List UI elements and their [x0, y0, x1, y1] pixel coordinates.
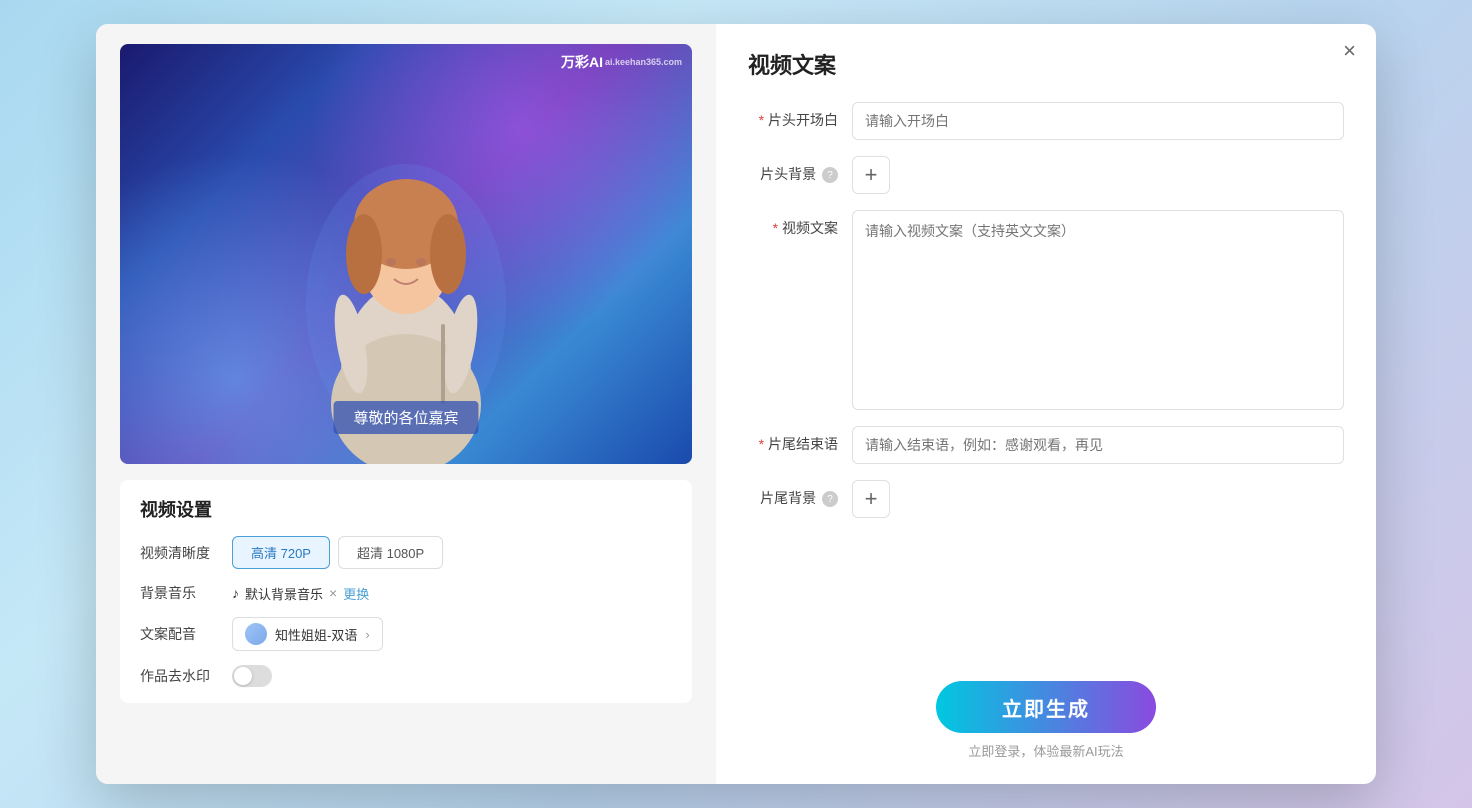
header-bg-row: 片头背景 ? +	[748, 156, 1344, 194]
generate-hint: 立即登录，体验最新AI玩法	[968, 741, 1123, 760]
voice-label: 文案配音	[140, 624, 220, 644]
left-panel: 万彩AI ai.keehan365.com	[96, 24, 716, 784]
watermark: 万彩AI ai.keehan365.com	[561, 52, 682, 72]
opening-row: 片头开场白	[748, 102, 1344, 140]
video-preview: 万彩AI ai.keehan365.com	[120, 44, 692, 464]
settings-title: 视频设置	[140, 496, 672, 522]
video-subtitle: 尊敬的各位嘉宾	[333, 401, 478, 434]
quality-row: 视频清晰度 高清 720P 超清 1080P	[140, 536, 672, 569]
voice-avatar	[245, 623, 267, 645]
music-row: 背景音乐 ♪ 默认背景音乐 × 更换	[140, 583, 672, 603]
script-textarea[interactable]	[852, 210, 1344, 410]
toggle-knob	[234, 667, 252, 685]
ending-bg-label: 片尾背景 ?	[748, 480, 838, 508]
generate-section: 立即生成 立即登录，体验最新AI玩法	[748, 661, 1344, 760]
watermark-subtext: ai.keehan365.com	[605, 57, 682, 67]
help-icon[interactable]: ?	[822, 167, 838, 183]
watermark-label: 作品去水印	[140, 666, 220, 686]
ending-input[interactable]	[852, 426, 1344, 464]
header-bg-upload-button[interactable]: +	[852, 156, 890, 194]
music-change-button[interactable]: 更换	[343, 584, 369, 603]
music-label: 背景音乐	[140, 583, 220, 603]
music-info: ♪ 默认背景音乐 × 更换	[232, 584, 369, 603]
right-panel: 视频文案 片头开场白 片头背景 ? + 视频文案	[716, 24, 1376, 784]
watermark-logo: 万彩AI	[561, 52, 603, 72]
watermark-row: 作品去水印	[140, 665, 672, 687]
settings-section: 视频设置 视频清晰度 高清 720P 超清 1080P 背景音乐 ♪ 默认背景音…	[120, 480, 692, 703]
quality-1080p-button[interactable]: 超清 1080P	[338, 536, 443, 569]
quality-720p-button[interactable]: 高清 720P	[232, 536, 330, 569]
voice-selector[interactable]: 知性姐姐-双语 ›	[232, 617, 383, 651]
ending-row: 片尾结束语	[748, 426, 1344, 464]
ending-bg-row: 片尾背景 ? +	[748, 480, 1344, 518]
ending-label: 片尾结束语	[748, 426, 838, 454]
music-icon: ♪	[232, 585, 239, 601]
script-row: 视频文案	[748, 210, 1344, 410]
music-name: 默认背景音乐	[245, 584, 323, 603]
music-remove-button[interactable]: ×	[329, 585, 337, 601]
opening-label: 片头开场白	[748, 102, 838, 130]
modal-overlay: × 万彩AI ai.keehan365.com	[0, 0, 1472, 808]
ending-help-icon[interactable]: ?	[822, 491, 838, 507]
script-label: 视频文案	[748, 210, 838, 238]
generate-button[interactable]: 立即生成	[936, 681, 1156, 733]
form-section: 片头开场白 片头背景 ? + 视频文案	[748, 102, 1344, 518]
header-bg-label: 片头背景 ?	[748, 156, 838, 184]
opening-input[interactable]	[852, 102, 1344, 140]
voice-name: 知性姐姐-双语	[275, 625, 357, 644]
modal: × 万彩AI ai.keehan365.com	[96, 24, 1376, 784]
quality-label: 视频清晰度	[140, 543, 220, 563]
watermark-toggle[interactable]	[232, 665, 272, 687]
right-panel-title: 视频文案	[748, 48, 1344, 80]
ending-bg-upload-button[interactable]: +	[852, 480, 890, 518]
quality-buttons: 高清 720P 超清 1080P	[232, 536, 443, 569]
close-button[interactable]: ×	[1343, 40, 1356, 62]
chevron-right-icon: ›	[365, 627, 369, 642]
voice-row: 文案配音 知性姐姐-双语 ›	[140, 617, 672, 651]
